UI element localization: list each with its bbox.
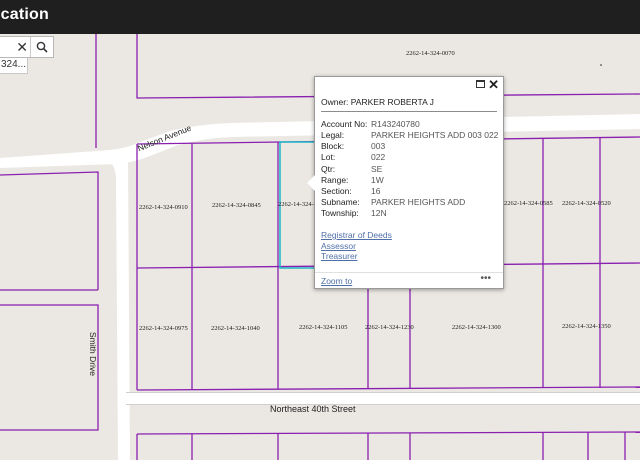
search-icon [36,41,48,53]
close-icon[interactable]: ✕ [16,40,28,54]
parcel-label: 2262-14-324- [278,201,314,208]
popup-titlebar: ✕ [315,77,503,93]
parcel-label: 2262-14-324-0975 [139,325,188,332]
link-treasurer[interactable]: Treasurer [321,251,358,261]
road-smith-drive [112,159,130,460]
parcel-label: 2262-14-324-1040 [211,325,260,332]
field-label: Block: [321,141,345,151]
field-value: PARKER HEIGHTS ADD 003 022 [371,130,499,140]
field-value: 1W [371,175,384,185]
field-value: 003 [371,141,386,151]
popup-owner: Owner: PARKER ROBERTA J [321,97,434,107]
field-value: 12N [371,208,387,218]
field-value: R143240780 [371,119,420,129]
more-options-icon[interactable]: ••• [480,273,491,284]
parcel-popup: ✕ Owner: PARKER ROBERTA J Account No: R1… [307,76,504,289]
parcel-label: 2262-14-324-0585 [504,200,553,207]
field-value: PARKER HEIGHTS ADD [371,197,466,207]
search-suggestion[interactable]: 324... [0,58,28,74]
link-registrar-of-deeds[interactable]: Registrar of Deeds [321,230,392,240]
link-assessor[interactable]: Assessor [321,241,356,251]
field-label: Subname: [321,197,360,207]
street-label-ne-40th-street: Northeast 40th Street [270,404,356,414]
parcel-label: 2262-14-324-0910 [139,204,188,211]
app-header: ication [0,0,640,34]
parcel-label: 2262-14-324-1105 [299,324,348,331]
close-icon[interactable]: ✕ [488,77,499,93]
parcel-label: 2262-14-324-1350 [562,323,611,330]
parcel-label: 2262-14-324-0845 [212,202,261,209]
popup-divider [321,111,497,112]
road-ne-40th-street [126,392,640,404]
maximize-icon[interactable] [476,80,485,88]
field-value: 022 [371,152,386,162]
field-label: Legal: [321,130,345,140]
field-label: Lot: [321,152,336,162]
parcel-label: 2262-14-324-1230 [365,324,414,331]
popup-footer-divider [315,272,503,273]
street-label-smith-drive: Smith Drive [88,332,98,376]
field-label: Account No: [321,119,368,129]
search-input[interactable]: ✕ [0,37,31,57]
parcel-label: 2262-14-324-1300 [452,324,501,331]
field-label: Township: [321,208,359,218]
search-button[interactable] [31,37,53,57]
app-title: ication [0,6,49,23]
field-value: 16 [371,186,381,196]
field-label: Qtr: [321,164,336,174]
search-widget: ✕ [0,36,54,58]
field-label: Range: [321,175,349,185]
zoom-to-link[interactable]: Zoom to [321,276,352,286]
parcel-label: 2262-14-324-0070 [406,50,455,57]
parcel-label: 2262-14-324-0520 [562,200,611,207]
field-label: Section: [321,186,352,196]
popup-pointer [307,175,315,191]
field-value: SE [371,164,383,174]
